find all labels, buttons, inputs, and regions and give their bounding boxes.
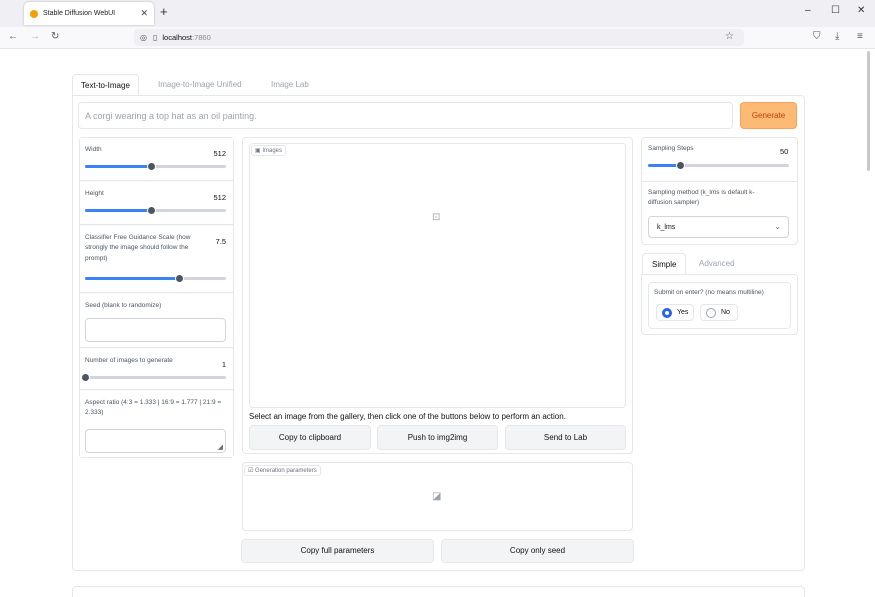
- width-slider-fill: [85, 165, 152, 168]
- width-slider-thumb[interactable]: [147, 162, 157, 171]
- steps-label: Sampling Steps: [648, 145, 694, 152]
- tab-image-lab[interactable]: Image Lab: [263, 74, 317, 96]
- sampler-label: Sampling method (k_lms is default k-diff…: [648, 189, 755, 207]
- generate-button[interactable]: Generate: [740, 102, 797, 129]
- browser-tabstrip: Stable Diffusion WebUI ✕ + – ☐ ✕: [0, 0, 875, 27]
- steps-slider[interactable]: [648, 161, 789, 170]
- prompt-input[interactable]: A corgi wearing a top hat as an oil pain…: [78, 102, 733, 129]
- page-scrollbar[interactable]: [867, 51, 870, 171]
- height-slider-thumb[interactable]: [147, 206, 157, 215]
- radio-selected-icon: [662, 308, 672, 318]
- download-icon[interactable]: ⤓: [835, 31, 839, 42]
- new-tab-button[interactable]: +: [160, 4, 168, 19]
- image-placeholder-icon: ⊡: [432, 212, 441, 223]
- num-images-value[interactable]: 1: [222, 360, 226, 369]
- cfg-label: Classifier Free Guidance Scale (how stro…: [85, 234, 191, 262]
- generation-parameters-label: ☑ Generation parameters: [244, 465, 321, 476]
- num-images-slider[interactable]: [81, 373, 226, 382]
- steps-value[interactable]: 50: [780, 147, 788, 156]
- radio-unselected-icon: [706, 308, 716, 318]
- height-slider[interactable]: [85, 206, 226, 215]
- forward-icon[interactable]: →: [30, 31, 40, 42]
- tab-advanced[interactable]: Advanced: [690, 253, 744, 275]
- aspect-input[interactable]: ◢: [85, 429, 226, 453]
- resize-handle-icon[interactable]: ◢: [218, 443, 223, 451]
- divider: [642, 181, 797, 182]
- num-images-slider-thumb[interactable]: [81, 373, 90, 382]
- num-images-control: Number of images to generate 1: [80, 349, 233, 390]
- width-value[interactable]: 512: [213, 149, 226, 158]
- copy-full-parameters-button[interactable]: Copy full parameters: [241, 539, 434, 563]
- maximize-button[interactable]: ☐: [831, 5, 840, 16]
- star-icon[interactable]: ☆: [725, 31, 734, 42]
- shield-icon[interactable]: ◎: [140, 33, 147, 42]
- copy-to-clipboard-button[interactable]: Copy to clipboard: [249, 425, 371, 450]
- send-to-lab-button[interactable]: Send to Lab: [505, 425, 626, 450]
- width-control: Width 512: [80, 138, 233, 181]
- radio-no-label: No: [721, 309, 730, 316]
- tab-simple[interactable]: Simple: [642, 253, 687, 275]
- tab-close-icon[interactable]: ✕: [140, 8, 148, 19]
- cfg-slider[interactable]: [85, 274, 226, 283]
- browser-tab-title: Stable Diffusion WebUI: [43, 10, 116, 17]
- submit-on-enter-label: Submit on enter? (no means multiline): [654, 289, 764, 296]
- params-placeholder-icon: ◪: [432, 491, 442, 502]
- radio-no[interactable]: No: [700, 304, 738, 321]
- footer-block: [72, 586, 805, 597]
- copy-only-seed-button[interactable]: Copy only seed: [441, 539, 634, 563]
- tab-image-to-image[interactable]: Image-to-Image Unified: [150, 74, 250, 96]
- width-slider[interactable]: [85, 162, 226, 171]
- cfg-control: Classifier Free Guidance Scale (how stro…: [80, 226, 233, 293]
- cfg-value[interactable]: 7.5: [216, 237, 226, 246]
- browser-navbar: ← → ↻ ◎ ▯ localhost :7860 ☆ ⛉ ⤓ ≡: [0, 27, 875, 49]
- cfg-slider-thumb[interactable]: [175, 274, 185, 283]
- seed-control: Seed (blank to randomize): [80, 294, 233, 348]
- page-icon: ▯: [152, 33, 158, 42]
- reload-icon[interactable]: ↻: [51, 31, 59, 42]
- image-gallery[interactable]: [249, 143, 626, 408]
- seed-input[interactable]: [85, 318, 226, 342]
- height-control: Height 512: [80, 182, 233, 225]
- params-icon: ☑: [248, 468, 256, 474]
- images-label: ▣ Images: [251, 145, 287, 156]
- chevron-down-icon: ⌄: [774, 222, 781, 231]
- sampler-select[interactable]: k_lms ⌄: [648, 216, 789, 238]
- url-bar[interactable]: ◎ ▯ localhost :7860 ☆: [134, 29, 744, 46]
- height-value[interactable]: 512: [213, 193, 226, 202]
- height-slider-fill: [85, 209, 152, 212]
- tab-text-to-image[interactable]: Text-to-Image: [72, 74, 139, 96]
- pocket-icon[interactable]: ⛉: [813, 31, 821, 42]
- seed-label: Seed (blank to randomize): [85, 302, 162, 309]
- height-label: Height: [85, 190, 104, 197]
- aspect-label: Aspect ratio (4:3 = 1.333 | 16:9 = 1.777…: [85, 399, 222, 417]
- radio-yes[interactable]: Yes: [656, 304, 694, 321]
- push-to-img2img-button[interactable]: Push to img2img: [377, 425, 498, 450]
- width-label: Width: [85, 146, 102, 153]
- gallery-hint: Select an image from the gallery, then c…: [249, 412, 566, 421]
- browser-tab[interactable]: Stable Diffusion WebUI ✕: [24, 2, 154, 25]
- aspect-control: Aspect ratio (4:3 = 1.333 | 16:9 = 1.777…: [80, 391, 233, 457]
- url-port: :7860: [192, 33, 211, 42]
- close-window-button[interactable]: ✕: [857, 5, 865, 16]
- sampler-value: k_lms: [657, 224, 676, 231]
- radio-yes-label: Yes: [677, 309, 689, 316]
- url-host: localhost: [162, 33, 192, 42]
- menu-icon[interactable]: ≡: [857, 31, 863, 42]
- num-images-label: Number of images to generate: [85, 357, 173, 364]
- cfg-slider-fill: [85, 277, 180, 280]
- minimize-button[interactable]: –: [805, 5, 811, 16]
- favicon-icon: [30, 9, 38, 18]
- back-icon[interactable]: ←: [8, 31, 18, 42]
